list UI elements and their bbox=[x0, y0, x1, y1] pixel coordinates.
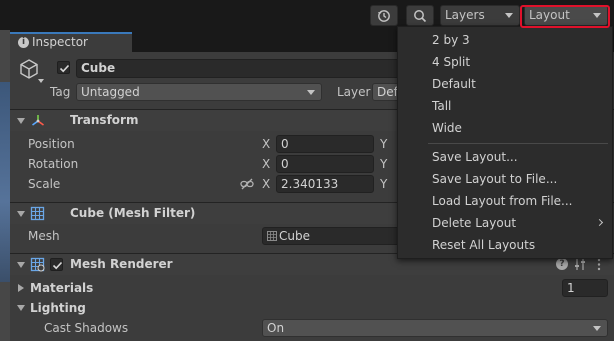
lighting-label[interactable]: Lighting bbox=[30, 301, 86, 315]
foldout-arrow-icon[interactable] bbox=[17, 211, 25, 217]
foldout-arrow-icon[interactable] bbox=[17, 305, 25, 311]
position-label: Position bbox=[28, 137, 75, 151]
active-checkbox[interactable] bbox=[57, 61, 70, 74]
chevron-down-icon bbox=[505, 13, 513, 18]
menu-item-save-layout[interactable]: Save Layout... bbox=[398, 146, 612, 168]
cast-shadows-label: Cast Shadows bbox=[44, 321, 129, 335]
menu-item-save-layout-to-file[interactable]: Save Layout to File... bbox=[398, 168, 612, 190]
scene-sky-strip bbox=[0, 82, 10, 282]
scene-view-edge bbox=[0, 30, 10, 341]
menu-item-reset-all-layouts[interactable]: Reset All Layouts bbox=[398, 234, 612, 256]
layout-menu: 2 by 3 4 Split Default Tall Wide Save La… bbox=[397, 26, 613, 259]
layout-dropdown-label: Layout bbox=[529, 8, 570, 22]
chevron-down-icon bbox=[593, 326, 601, 331]
position-y-axis-label: Y bbox=[380, 137, 388, 151]
position-x-axis-label: X bbox=[262, 137, 271, 151]
history-button[interactable] bbox=[370, 5, 398, 26]
mesh-filter-icon bbox=[30, 206, 45, 221]
history-icon bbox=[378, 9, 390, 22]
menu-item-4-split[interactable]: 4 Split bbox=[398, 51, 612, 73]
tab-inspector-label: Inspector bbox=[32, 35, 88, 49]
materials-label[interactable]: Materials bbox=[30, 281, 93, 295]
mesh-renderer-enabled-checkbox[interactable] bbox=[50, 258, 63, 271]
cast-shadows-value: On bbox=[267, 321, 285, 335]
cast-shadows-dropdown[interactable]: On bbox=[262, 319, 608, 337]
chevron-down-icon bbox=[307, 90, 315, 95]
scale-x-field[interactable]: 2.340133 bbox=[276, 175, 374, 193]
checkmark-icon bbox=[59, 64, 70, 73]
chevron-down-icon bbox=[593, 13, 601, 18]
scale-label: Scale bbox=[28, 177, 61, 191]
menu-item-wide[interactable]: Wide bbox=[398, 117, 612, 139]
submenu-arrow-icon bbox=[595, 218, 604, 227]
position-x-field[interactable]: 0 bbox=[276, 135, 374, 153]
rotation-x-axis-label: X bbox=[262, 157, 271, 171]
layout-dropdown[interactable]: Layout bbox=[524, 5, 608, 26]
info-icon: i bbox=[18, 37, 29, 48]
checkmark-icon bbox=[52, 261, 63, 270]
layers-dropdown[interactable]: Layers bbox=[440, 5, 520, 26]
transform-title: Transform bbox=[70, 113, 139, 127]
gameobject-cube-icon bbox=[20, 59, 38, 79]
layers-dropdown-label: Layers bbox=[445, 8, 485, 22]
menu-item-2-by-3[interactable]: 2 by 3 bbox=[398, 29, 612, 51]
tag-value: Untagged bbox=[81, 85, 140, 99]
mesh-icon bbox=[267, 231, 277, 241]
menu-item-delete-layout[interactable]: Delete Layout bbox=[398, 212, 612, 234]
tab-inspector[interactable]: i Inspector bbox=[10, 32, 132, 52]
mesh-object-field[interactable]: Cube bbox=[262, 227, 412, 245]
layer-value: Def bbox=[377, 85, 398, 99]
rotation-label: Rotation bbox=[28, 157, 79, 171]
search-button[interactable] bbox=[406, 5, 434, 26]
foldout-arrow-icon[interactable] bbox=[17, 118, 25, 124]
presets-icon[interactable] bbox=[574, 258, 587, 271]
menu-item-load-layout-from-file[interactable]: Load Layout from File... bbox=[398, 190, 612, 212]
menu-separator bbox=[428, 143, 608, 144]
constrain-proportions-icon[interactable] bbox=[240, 178, 254, 190]
kebab-menu-icon[interactable] bbox=[596, 258, 602, 271]
mesh-value: Cube bbox=[279, 229, 310, 243]
scale-y-axis-label: Y bbox=[380, 177, 388, 191]
tag-label: Tag bbox=[50, 85, 71, 99]
mesh-filter-title: Cube (Mesh Filter) bbox=[70, 206, 196, 220]
layer-label: Layer bbox=[337, 85, 371, 99]
menu-item-delete-layout-label: Delete Layout bbox=[432, 216, 517, 230]
help-icon[interactable]: ? bbox=[556, 258, 568, 270]
foldout-arrow-icon[interactable] bbox=[17, 262, 25, 268]
mesh-label: Mesh bbox=[28, 229, 60, 243]
menu-item-tall[interactable]: Tall bbox=[398, 95, 612, 117]
transform-icon bbox=[32, 115, 44, 126]
tag-dropdown[interactable]: Untagged bbox=[76, 83, 322, 101]
scale-x-axis-label: X bbox=[262, 177, 271, 191]
foldout-arrow-icon[interactable] bbox=[18, 284, 24, 292]
object-name-field[interactable]: Cube bbox=[76, 59, 406, 78]
menu-item-default[interactable]: Default bbox=[398, 73, 612, 95]
icon-picker-caret[interactable] bbox=[38, 79, 44, 83]
rotation-x-field[interactable]: 0 bbox=[276, 155, 374, 173]
materials-count-field[interactable]: 1 bbox=[562, 279, 608, 297]
search-icon bbox=[414, 9, 427, 22]
rotation-y-axis-label: Y bbox=[380, 157, 388, 171]
mesh-renderer-icon bbox=[30, 257, 45, 272]
mesh-renderer-title: Mesh Renderer bbox=[70, 257, 173, 271]
